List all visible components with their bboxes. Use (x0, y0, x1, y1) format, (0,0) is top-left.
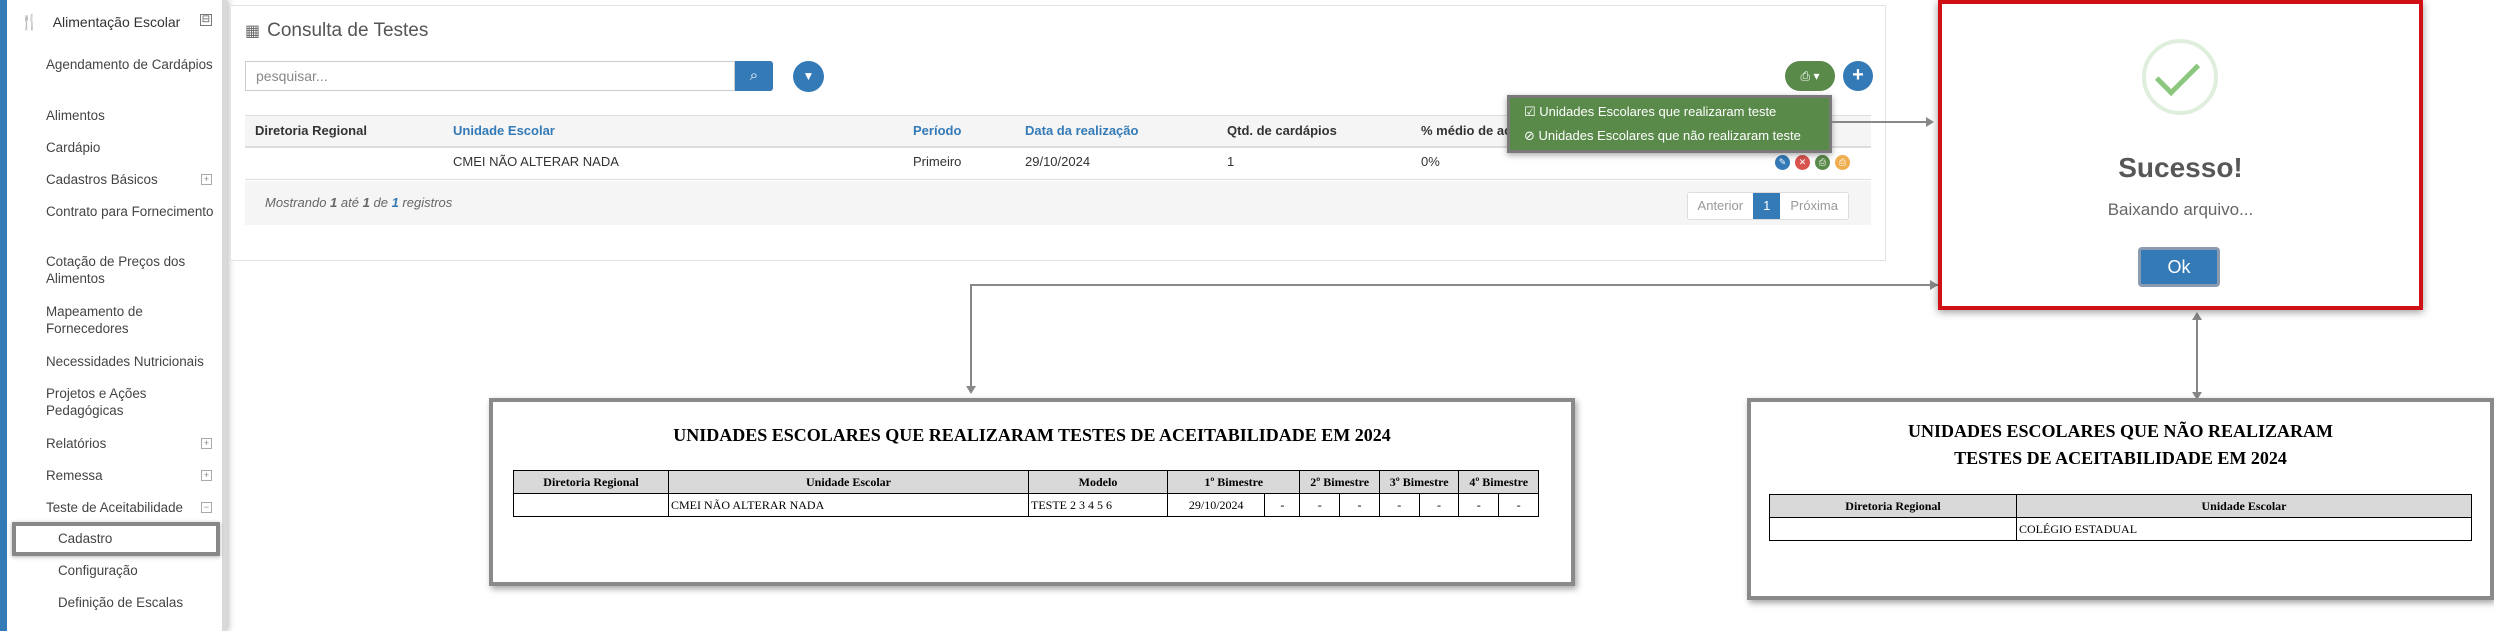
sidebar-subitem-configuracao[interactable]: Configuração (58, 563, 138, 578)
success-modal: Sucesso! Baixando arquivo... Ok (1938, 0, 2423, 310)
page-title: ▦ Consulta de Testes (245, 20, 429, 41)
sidebar-item-teste-aceitabilidade[interactable]: Teste de Aceitabilidade − (46, 499, 216, 516)
sidebar-item-cotacao[interactable]: Cotação de Preços dos Alimentos (46, 253, 216, 287)
cell-pct: 0% (1421, 154, 1440, 169)
sidebar-item-alimentos[interactable]: Alimentos (46, 107, 216, 124)
col-diretoria[interactable]: Diretoria Regional (255, 123, 367, 138)
col-unidade[interactable]: Unidade Escolar (453, 123, 555, 138)
report-nao-realizaram: UNIDADES ESCOLARES QUE NÃO REALIZARAM TE… (1747, 398, 2494, 600)
pagination: Anterior 1 Próxima (1686, 192, 1849, 220)
sidebar-item-cardapio[interactable]: Cardápio (46, 139, 216, 156)
sidebar-section-header[interactable]: 🍴 Alimentação Escolar ⊟ (20, 10, 220, 34)
plus-icon: + (1852, 64, 1864, 86)
col-pct[interactable]: % médio de ac (1421, 123, 1511, 138)
print-dropdown-button[interactable]: ⎙ ▾ (1785, 61, 1835, 91)
collapse-icon[interactable]: − (201, 502, 212, 513)
report-table: Diretoria Regional Unidade Escolar COLÉG… (1769, 494, 2472, 541)
connector-arrow (966, 386, 976, 394)
sidebar-item-agendamento[interactable]: Agendamento de Cardápios (46, 56, 216, 73)
row-actions: ✎ ✕ ⎙ ⎙ (1775, 155, 1855, 170)
report-title-line2: TESTES DE ACEITABILIDADE EM 2024 (1954, 448, 2287, 468)
cell-data: 29/10/2024 (1025, 154, 1091, 169)
connector-arrow (1926, 117, 1934, 127)
connector-line (970, 284, 972, 388)
current-page-button[interactable]: 1 (1753, 193, 1781, 219)
sidebar-subitem-cadastro[interactable]: Cadastro (58, 531, 112, 546)
active-item-highlight (12, 522, 220, 556)
cell-qtd: 1 (1227, 154, 1235, 169)
connector-line (2196, 318, 2198, 394)
success-check-icon (2142, 39, 2218, 115)
connector-arrow (1930, 280, 1938, 290)
cell-unidade: CMEI NÃO ALTERAR NADA (453, 154, 619, 169)
connector-line (1832, 121, 1928, 123)
sidebar-item-remessa[interactable]: Remessa + (46, 467, 216, 484)
filter-button[interactable]: ▼ (793, 61, 824, 92)
connector-arrow (2192, 312, 2202, 320)
modal-title: Sucesso! (2118, 152, 2243, 183)
records-summary: Mostrando 1 até 1 de 1 registros (265, 195, 453, 210)
report-header-row: Diretoria Regional Unidade Escolar Model… (513, 470, 1539, 494)
expand-icon[interactable]: + (201, 470, 212, 481)
modal-message: Baixando arquivo... (2107, 200, 2254, 219)
print-orange-icon[interactable]: ⎙ (1835, 155, 1850, 170)
expand-icon[interactable]: + (201, 438, 212, 449)
ok-button[interactable]: Ok (2138, 247, 2220, 287)
report-header-row: Diretoria Regional Unidade Escolar (1769, 494, 2472, 518)
filter-icon: ▼ (802, 69, 815, 83)
report-title-line1: UNIDADES ESCOLARES QUE NÃO REALIZARAM (1907, 421, 2334, 441)
sidebar-item-contrato[interactable]: Contrato para Fornecimento (46, 203, 216, 220)
connector-line (970, 284, 1938, 286)
sidebar-item-projetos[interactable]: Projetos e Ações Pedagógicas (46, 385, 216, 419)
delete-icon[interactable]: ✕ (1795, 155, 1810, 170)
search-icon: ⌕ (749, 67, 759, 84)
prev-page-button[interactable]: Anterior (1687, 193, 1754, 219)
report-data-row: CMEI NÃO ALTERAR NADA TESTE 2 3 4 5 6 29… (513, 493, 1539, 517)
add-button[interactable]: + (1843, 61, 1873, 91)
check-square-icon: ☑ (1524, 104, 1536, 119)
print-icon[interactable]: ⎙ (1815, 155, 1830, 170)
expand-icon[interactable]: + (201, 174, 212, 185)
cell-periodo: Primeiro (913, 154, 962, 169)
table-footer: Mostrando 1 até 1 de 1 registros Anterio… (245, 181, 1871, 225)
search-button[interactable]: ⌕ (735, 61, 773, 91)
fork-knife-icon: 🍴 (20, 14, 39, 31)
edit-icon[interactable]: ✎ (1775, 155, 1790, 170)
collapse-toggle-icon[interactable]: ⊟ (200, 14, 212, 26)
table-icon: ▦ (245, 23, 261, 40)
sidebar: 🍴 Alimentação Escolar ⊟ Agendamento de C… (0, 0, 227, 631)
menu-item-nao-realizaram[interactable]: ⊘ Unidades Escolares que não realizaram … (1524, 128, 1801, 144)
print-dropdown-menu: ☑ Unidades Escolares que realizaram test… (1507, 95, 1832, 153)
report-realizaram: UNIDADES ESCOLARES QUE REALIZARAM TESTES… (489, 398, 1575, 586)
next-page-button[interactable]: Próxima (1780, 193, 1848, 219)
report-title: UNIDADES ESCOLARES QUE REALIZARAM TESTES… (673, 425, 1391, 445)
search-input[interactable]: pesquisar... (245, 61, 735, 91)
sidebar-item-relatorios[interactable]: Relatórios + (46, 435, 216, 452)
sidebar-section-label: Alimentação Escolar (52, 14, 181, 30)
sidebar-subitem-definicao-escalas[interactable]: Definição de Escalas (58, 595, 183, 610)
col-qtd[interactable]: Qtd. de cardápios (1227, 123, 1337, 138)
ban-icon: ⊘ (1524, 128, 1535, 143)
sidebar-item-necessidades[interactable]: Necessidades Nutricionais (46, 353, 216, 370)
sidebar-item-mapeamento[interactable]: Mapeamento de Fornecedores (46, 303, 216, 337)
print-icon: ⎙ ▾ (1800, 69, 1820, 83)
report-table: Diretoria Regional Unidade Escolar Model… (513, 470, 1539, 517)
menu-item-realizaram[interactable]: ☑ Unidades Escolares que realizaram test… (1524, 104, 1776, 120)
col-periodo[interactable]: Período (913, 123, 961, 138)
report-data-row: COLÉGIO ESTADUAL (1769, 517, 2472, 541)
sidebar-item-cadastros-basicos[interactable]: Cadastros Básicos + (46, 171, 216, 188)
col-data[interactable]: Data da realização (1025, 123, 1138, 138)
